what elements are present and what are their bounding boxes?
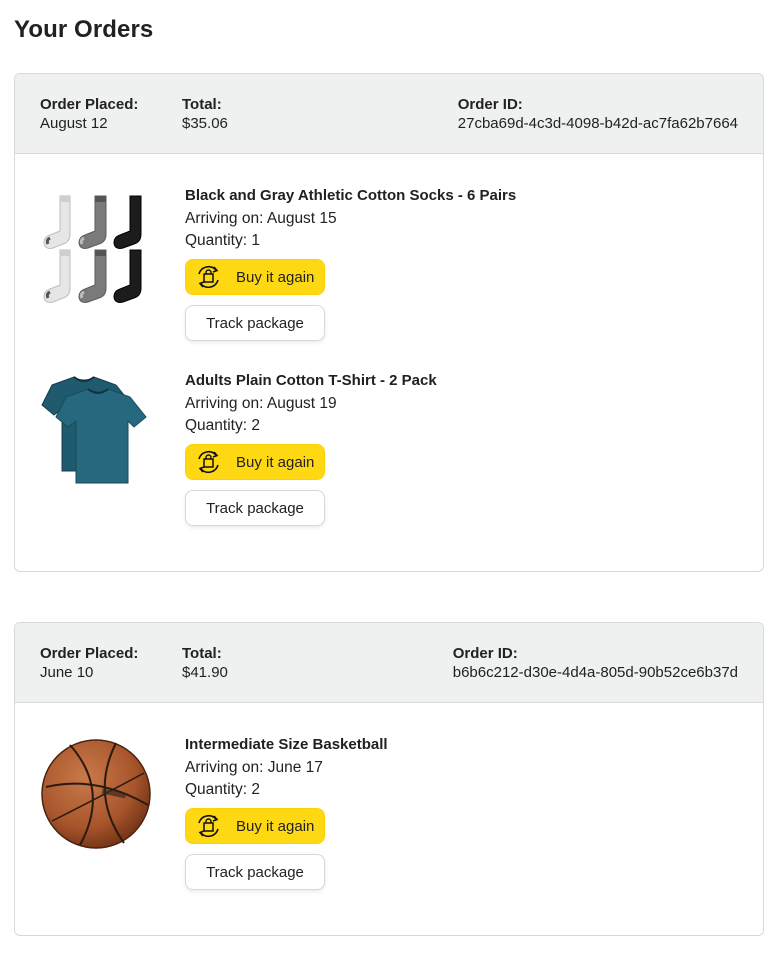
quantity-label: Quantity: xyxy=(185,781,252,798)
product-name[interactable]: Adults Plain Cotton T-Shirt - 2 Pack xyxy=(185,371,437,390)
buy-again-button[interactable]: Buy it again xyxy=(185,444,325,480)
buy-again-button[interactable]: Buy it again xyxy=(185,259,325,295)
item-info: Adults Plain Cotton T-Shirt - 2 Pack Arr… xyxy=(185,371,437,526)
quantity: Quantity: 2 xyxy=(185,779,388,801)
quantity-label: Quantity: xyxy=(185,232,252,249)
track-package-button[interactable]: Track package xyxy=(185,854,325,890)
order-id: Order ID: b6b6c212-d30e-4d4a-805d-90b52c… xyxy=(453,644,738,682)
track-package-button[interactable]: Track package xyxy=(185,490,325,526)
order-id-value: 27cba69d-4c3d-4098-b42d-ac7fa62b7664 xyxy=(457,115,738,132)
order-placed: Order Placed: June 10 xyxy=(40,644,138,682)
buy-again-icon xyxy=(198,266,219,288)
order-placed-date: June 10 xyxy=(40,664,94,681)
arriving-date: Arriving on: August 15 xyxy=(185,208,516,230)
order-card: Order Placed: June 10 Total: $41.90 Orde… xyxy=(14,622,764,936)
quantity: Quantity: 2 xyxy=(185,415,437,437)
quantity-value: 1 xyxy=(251,232,260,249)
quantity-label: Quantity: xyxy=(185,417,252,434)
arriving-value: August 19 xyxy=(266,395,337,412)
product-name[interactable]: Black and Gray Athletic Cotton Socks - 6… xyxy=(185,186,516,205)
order-total-value: $41.90 xyxy=(182,664,228,681)
order-item: Adults Plain Cotton T-Shirt - 2 Pack Arr… xyxy=(15,371,763,551)
arriving-value: June 17 xyxy=(267,759,323,776)
order-id-label: Order ID: xyxy=(452,645,518,662)
order-total-label: Total: xyxy=(182,96,222,113)
order-header: Order Placed: June 10 Total: $41.90 Orde… xyxy=(15,623,763,703)
buy-again-icon xyxy=(198,451,219,473)
buy-again-label: Buy it again xyxy=(236,453,315,471)
socks-image xyxy=(43,195,142,303)
basketball-image xyxy=(41,739,151,849)
order-id-label: Order ID: xyxy=(457,96,523,113)
order-total: Total: $35.06 xyxy=(182,95,228,133)
buy-again-label: Buy it again xyxy=(236,817,315,835)
order-card: Order Placed: August 12 Total: $35.06 Or… xyxy=(14,73,764,572)
order-header: Order Placed: August 12 Total: $35.06 Or… xyxy=(15,74,763,154)
order-id-value: b6b6c212-d30e-4d4a-805d-90b52ce6b37d xyxy=(452,664,738,681)
tshirt-image xyxy=(41,376,147,484)
order-total: Total: $41.90 xyxy=(182,644,228,682)
buy-again-button[interactable]: Buy it again xyxy=(185,808,325,844)
page-title: Your Orders xyxy=(14,16,154,43)
order-placed: Order Placed: August 12 xyxy=(40,95,138,133)
order-item: Intermediate Size Basketball Arriving on… xyxy=(15,735,763,915)
arriving-label: Arriving on: xyxy=(185,210,267,227)
arriving-label: Arriving on: xyxy=(185,395,267,412)
order-placed-label: Order Placed: xyxy=(40,96,139,113)
buy-again-label: Buy it again xyxy=(236,268,315,286)
arriving-value: August 15 xyxy=(266,210,337,227)
order-item: Black and Gray Athletic Cotton Socks - 6… xyxy=(15,186,763,366)
product-name[interactable]: Intermediate Size Basketball xyxy=(185,735,388,754)
order-placed-date: August 12 xyxy=(40,115,108,132)
quantity-value: 2 xyxy=(251,417,260,434)
item-info: Black and Gray Athletic Cotton Socks - 6… xyxy=(185,186,516,341)
arriving-date: Arriving on: August 19 xyxy=(185,393,437,415)
buy-again-icon xyxy=(198,815,219,837)
track-package-button[interactable]: Track package xyxy=(185,305,325,341)
item-info: Intermediate Size Basketball Arriving on… xyxy=(185,735,388,890)
quantity: Quantity: 1 xyxy=(185,230,516,252)
order-placed-label: Order Placed: xyxy=(40,645,139,662)
order-total-label: Total: xyxy=(182,645,222,662)
order-id: Order ID: 27cba69d-4c3d-4098-b42d-ac7fa6… xyxy=(458,95,738,133)
arriving-label: Arriving on: xyxy=(185,759,268,776)
quantity-value: 2 xyxy=(251,781,260,798)
order-total-value: $35.06 xyxy=(182,115,228,132)
arriving-date: Arriving on: June 17 xyxy=(185,757,388,779)
